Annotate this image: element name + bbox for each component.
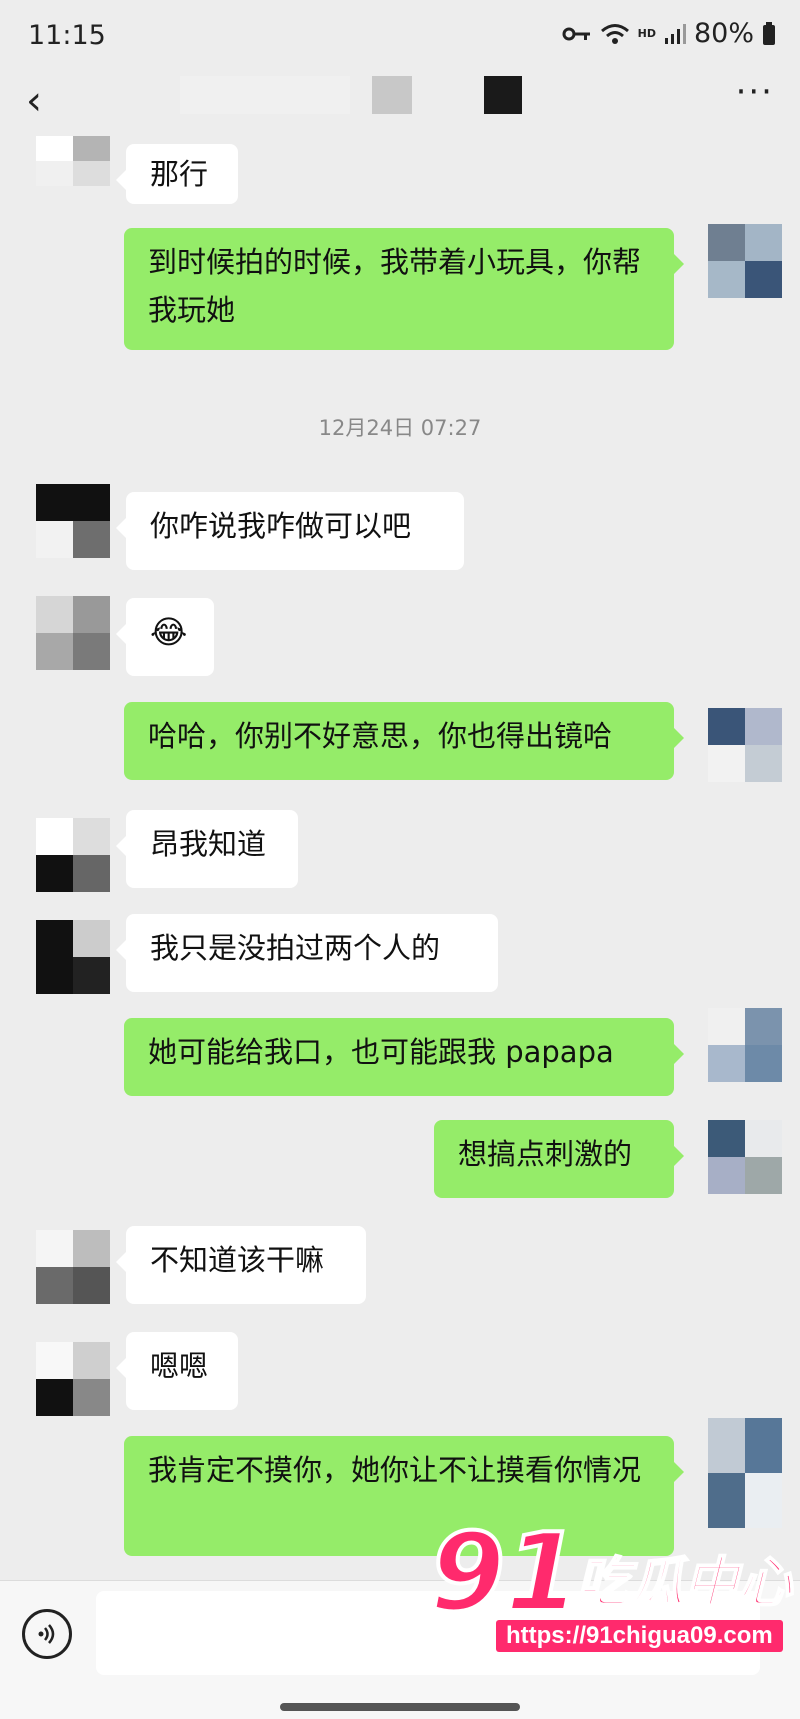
status-time: 11:15 [28, 20, 106, 51]
message-bubble-sent[interactable]: 哈哈，你别不好意思，你也得出镜哈 [124, 702, 684, 780]
message-bubble-received[interactable]: 我只是没拍过两个人的 [116, 914, 498, 992]
chat-header: ‹ ··· [0, 72, 800, 136]
message-text: 哈哈，你别不好意思，你也得出镜哈 [148, 719, 613, 753]
message-bubble-received[interactable]: 你咋说我咋做可以吧 [116, 492, 464, 570]
home-indicator[interactable] [280, 1703, 520, 1711]
avatar[interactable] [36, 920, 110, 994]
back-icon[interactable]: ‹ [26, 78, 42, 124]
battery-icon [763, 21, 775, 45]
message-text: 到时候拍的时候，我带着小玩具，你帮我玩她 [148, 245, 642, 327]
contact-name-redacted [180, 76, 350, 114]
laughing-tears-emoji-icon: 😂 [150, 613, 188, 651]
contact-name-redacted-block [484, 76, 522, 114]
contact-name-redacted-block [372, 76, 412, 114]
message-bubble-sent[interactable]: 她可能给我口，也可能跟我 papapa [124, 1018, 684, 1096]
message-text: 你咋说我咋做可以吧 [150, 509, 412, 543]
message-text: 她可能给我口，也可能跟我 papapa [148, 1035, 614, 1069]
message-text: 想搞点刺激的 [458, 1137, 633, 1171]
avatar[interactable] [708, 224, 782, 298]
wifi-icon [600, 23, 629, 44]
watermark-number: 91 [428, 1511, 582, 1636]
status-icons: HD 80% [562, 18, 776, 49]
avatar[interactable] [708, 1008, 782, 1082]
message-bubble-sent[interactable]: 到时候拍的时候，我带着小玩具，你帮我玩她 [124, 228, 684, 350]
message-text: 我肯定不摸你，她你让不让摸看你情况 [148, 1453, 642, 1487]
avatar[interactable] [708, 1418, 782, 1528]
message-bubble-received[interactable]: 那行 [116, 144, 238, 204]
avatar[interactable] [36, 1230, 110, 1304]
watermark-logo: 91 吃瓜中心 https://91chigua09.com [428, 1511, 800, 1664]
message-bubble-received[interactable]: 昂我知道 [116, 810, 298, 888]
avatar[interactable] [36, 1342, 110, 1416]
signal-icon [664, 23, 686, 44]
vpn-key-icon [562, 27, 590, 40]
battery-percent: 80% [693, 18, 754, 49]
avatar[interactable] [36, 596, 110, 670]
message-text: 昂我知道 [150, 827, 267, 861]
message-bubble-sent[interactable]: 想搞点刺激的 [434, 1120, 684, 1198]
avatar[interactable] [36, 484, 110, 558]
network-type-label: HD [637, 27, 656, 40]
message-text: 不知道该干嘛 [150, 1243, 325, 1277]
voice-input-icon[interactable] [22, 1609, 72, 1659]
avatar[interactable] [708, 708, 782, 782]
avatar[interactable] [36, 136, 110, 186]
message-text: 我只是没拍过两个人的 [150, 931, 441, 965]
message-timestamp: 12月24日 07:27 [318, 416, 482, 440]
watermark-url: https://91chigua09.com [496, 1620, 783, 1652]
message-text: 那行 [150, 157, 209, 191]
message-bubble-received[interactable]: 嗯嗯 [116, 1332, 238, 1410]
avatar[interactable] [708, 1120, 782, 1194]
watermark-name: 吃瓜中心 [575, 1550, 793, 1615]
message-bubble-received[interactable]: 😂 [116, 598, 214, 676]
status-bar: 11:15 HD 80% [0, 0, 800, 72]
more-options-icon[interactable]: ··· [736, 72, 774, 112]
message-text: 嗯嗯 [150, 1349, 209, 1383]
avatar[interactable] [36, 818, 110, 892]
message-bubble-received[interactable]: 不知道该干嘛 [116, 1226, 366, 1304]
